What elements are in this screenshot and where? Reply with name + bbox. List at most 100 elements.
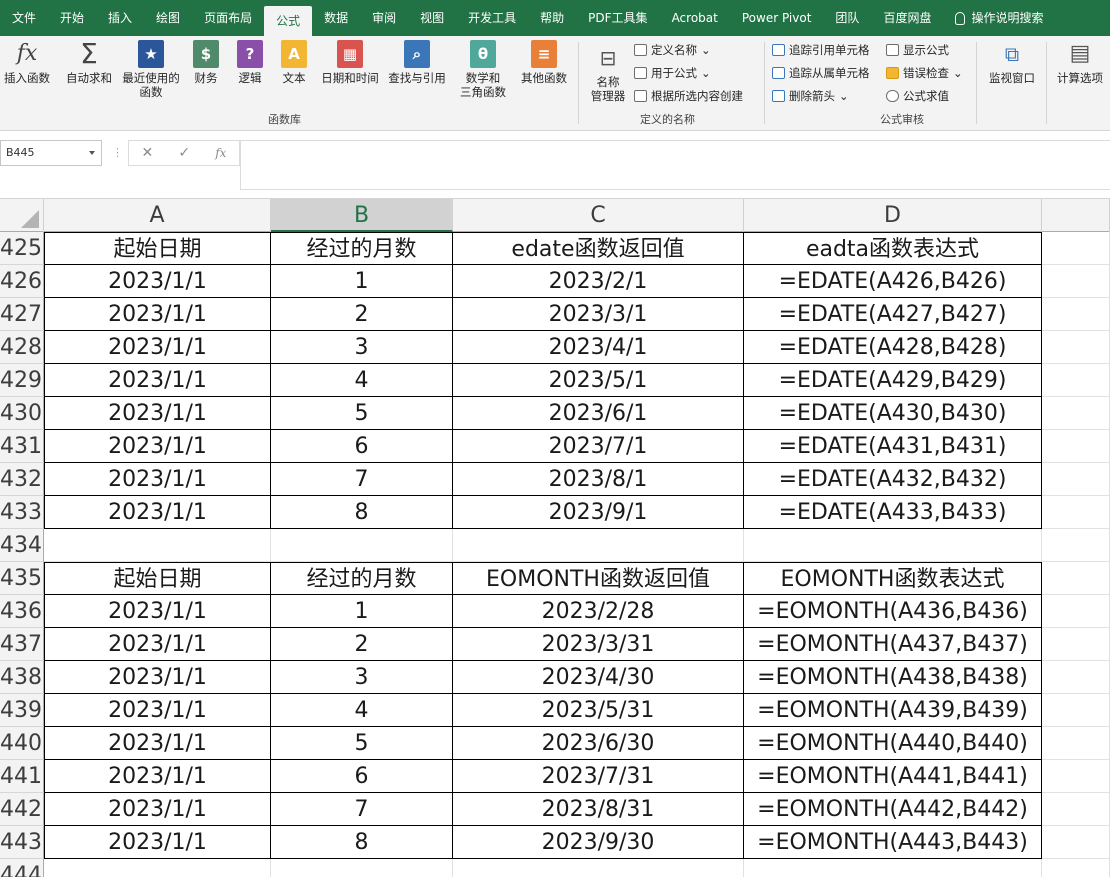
cell-b432[interactable]: 7 <box>271 463 453 496</box>
trace-dependents-button[interactable]: 追踪从属单元格 <box>772 65 870 81</box>
tab-12[interactable]: Acrobat <box>660 0 730 36</box>
autosum-button[interactable]: Σ 自动求和 <box>62 40 116 86</box>
cell-c439[interactable]: 2023/5/31 <box>453 694 744 727</box>
cell-e436[interactable] <box>1042 595 1110 628</box>
row-header[interactable]: 432 <box>0 463 44 496</box>
trace-precedents-button[interactable]: 追踪引用单元格 <box>772 42 870 58</box>
cell-e426[interactable] <box>1042 265 1110 298</box>
cell-e439[interactable] <box>1042 694 1110 727</box>
tab-7[interactable]: 审阅 <box>360 0 408 36</box>
create-from-selection-button[interactable]: 根据所选内容创建 <box>634 88 743 104</box>
cell-d439[interactable]: =EOMONTH(A439,B439) <box>744 694 1042 727</box>
cell-b428[interactable]: 3 <box>271 331 453 364</box>
tab-9[interactable]: 开发工具 <box>456 0 528 36</box>
calc-options-button[interactable]: ▤ 计算选项 <box>1052 40 1108 86</box>
cell-b425[interactable]: 经过的月数 <box>271 232 453 265</box>
remove-arrows-button[interactable]: 删除箭头 ⌄ <box>772 88 849 104</box>
cell-e435[interactable] <box>1042 562 1110 595</box>
cell-b429[interactable]: 4 <box>271 364 453 397</box>
cell-e442[interactable] <box>1042 793 1110 826</box>
row-header[interactable]: 440 <box>0 727 44 760</box>
cell-e434[interactable] <box>1042 529 1110 562</box>
tab-11[interactable]: PDF工具集 <box>576 0 659 36</box>
cell-b440[interactable]: 5 <box>271 727 453 760</box>
row-header[interactable]: 434 <box>0 529 44 562</box>
cell-d430[interactable]: =EDATE(A430,B430) <box>744 397 1042 430</box>
tab-0[interactable]: 文件 <box>0 0 48 36</box>
row-header[interactable]: 425 <box>0 232 44 265</box>
math-trig-button[interactable]: θ 数学和 三角函数 <box>452 40 514 99</box>
cell-c434[interactable] <box>453 529 744 562</box>
chevron-down-icon[interactable] <box>89 151 95 155</box>
cell-a437[interactable]: 2023/1/1 <box>44 628 271 661</box>
cell-d442[interactable]: =EOMONTH(A442,B442) <box>744 793 1042 826</box>
column-header-b[interactable]: B <box>271 199 453 232</box>
cell-d435[interactable]: EOMONTH函数表达式 <box>744 562 1042 595</box>
cancel-icon[interactable]: ✕ <box>142 145 154 161</box>
row-header[interactable]: 442 <box>0 793 44 826</box>
datetime-button[interactable]: ▦ 日期和时间 <box>318 40 382 85</box>
cell-b442[interactable]: 7 <box>271 793 453 826</box>
cell-e440[interactable] <box>1042 727 1110 760</box>
cell-e427[interactable] <box>1042 298 1110 331</box>
cell-c435[interactable]: EOMONTH函数返回值 <box>453 562 744 595</box>
cell-d444[interactable] <box>744 859 1042 877</box>
cell-c442[interactable]: 2023/8/31 <box>453 793 744 826</box>
cell-b438[interactable]: 3 <box>271 661 453 694</box>
define-name-button[interactable]: 定义名称 ⌄ <box>634 42 711 58</box>
cell-d426[interactable]: =EDATE(A426,B426) <box>744 265 1042 298</box>
cell-d433[interactable]: =EDATE(A433,B433) <box>744 496 1042 529</box>
cell-e432[interactable] <box>1042 463 1110 496</box>
tab-3[interactable]: 绘图 <box>144 0 192 36</box>
cell-e437[interactable] <box>1042 628 1110 661</box>
finance-button[interactable]: $ 财务 <box>188 40 224 85</box>
cell-d438[interactable]: =EOMONTH(A438,B438) <box>744 661 1042 694</box>
cell-c437[interactable]: 2023/3/31 <box>453 628 744 661</box>
tab-13[interactable]: Power Pivot <box>730 0 824 36</box>
cell-c440[interactable]: 2023/6/30 <box>453 727 744 760</box>
row-header[interactable]: 427 <box>0 298 44 331</box>
cell-b441[interactable]: 6 <box>271 760 453 793</box>
name-box[interactable]: B445 <box>0 140 102 166</box>
cell-a430[interactable]: 2023/1/1 <box>44 397 271 430</box>
row-header[interactable]: 435 <box>0 562 44 595</box>
use-in-formula-button[interactable]: 用于公式 ⌄ <box>634 65 711 81</box>
cell-c430[interactable]: 2023/6/1 <box>453 397 744 430</box>
cell-c428[interactable]: 2023/4/1 <box>453 331 744 364</box>
show-formulas-button[interactable]: 显示公式 <box>886 42 949 58</box>
cell-b431[interactable]: 6 <box>271 430 453 463</box>
tab-2[interactable]: 插入 <box>96 0 144 36</box>
cell-c431[interactable]: 2023/7/1 <box>453 430 744 463</box>
column-header-c[interactable]: C <box>453 199 744 232</box>
row-header[interactable]: 430 <box>0 397 44 430</box>
insert-function-button[interactable]: fx 插入函数 <box>2 40 52 86</box>
tab-8[interactable]: 视图 <box>408 0 456 36</box>
cell-d434[interactable] <box>744 529 1042 562</box>
cell-d431[interactable]: =EDATE(A431,B431) <box>744 430 1042 463</box>
cell-a428[interactable]: 2023/1/1 <box>44 331 271 364</box>
select-all-button[interactable] <box>0 199 44 232</box>
row-header[interactable]: 436 <box>0 595 44 628</box>
row-header[interactable]: 444 <box>0 859 44 877</box>
cell-b437[interactable]: 2 <box>271 628 453 661</box>
tab-6[interactable]: 数据 <box>312 0 360 36</box>
recent-functions-button[interactable]: ★ 最近使用的 函数 <box>120 40 182 99</box>
cell-e433[interactable] <box>1042 496 1110 529</box>
tab-4[interactable]: 页面布局 <box>192 0 264 36</box>
cell-c438[interactable]: 2023/4/30 <box>453 661 744 694</box>
lookup-button[interactable]: ⌕ 查找与引用 <box>386 40 448 85</box>
cell-c433[interactable]: 2023/9/1 <box>453 496 744 529</box>
cell-c432[interactable]: 2023/8/1 <box>453 463 744 496</box>
row-header[interactable]: 438 <box>0 661 44 694</box>
cell-a435[interactable]: 起始日期 <box>44 562 271 595</box>
cell-a439[interactable]: 2023/1/1 <box>44 694 271 727</box>
cell-a429[interactable]: 2023/1/1 <box>44 364 271 397</box>
tab-1[interactable]: 开始 <box>48 0 96 36</box>
cell-a440[interactable]: 2023/1/1 <box>44 727 271 760</box>
confirm-icon[interactable]: ✓ <box>178 145 190 161</box>
cell-a434[interactable] <box>44 529 271 562</box>
cell-e444[interactable] <box>1042 859 1110 877</box>
cell-d427[interactable]: =EDATE(A427,B427) <box>744 298 1042 331</box>
cell-d441[interactable]: =EOMONTH(A441,B441) <box>744 760 1042 793</box>
column-header-e[interactable] <box>1042 199 1110 232</box>
